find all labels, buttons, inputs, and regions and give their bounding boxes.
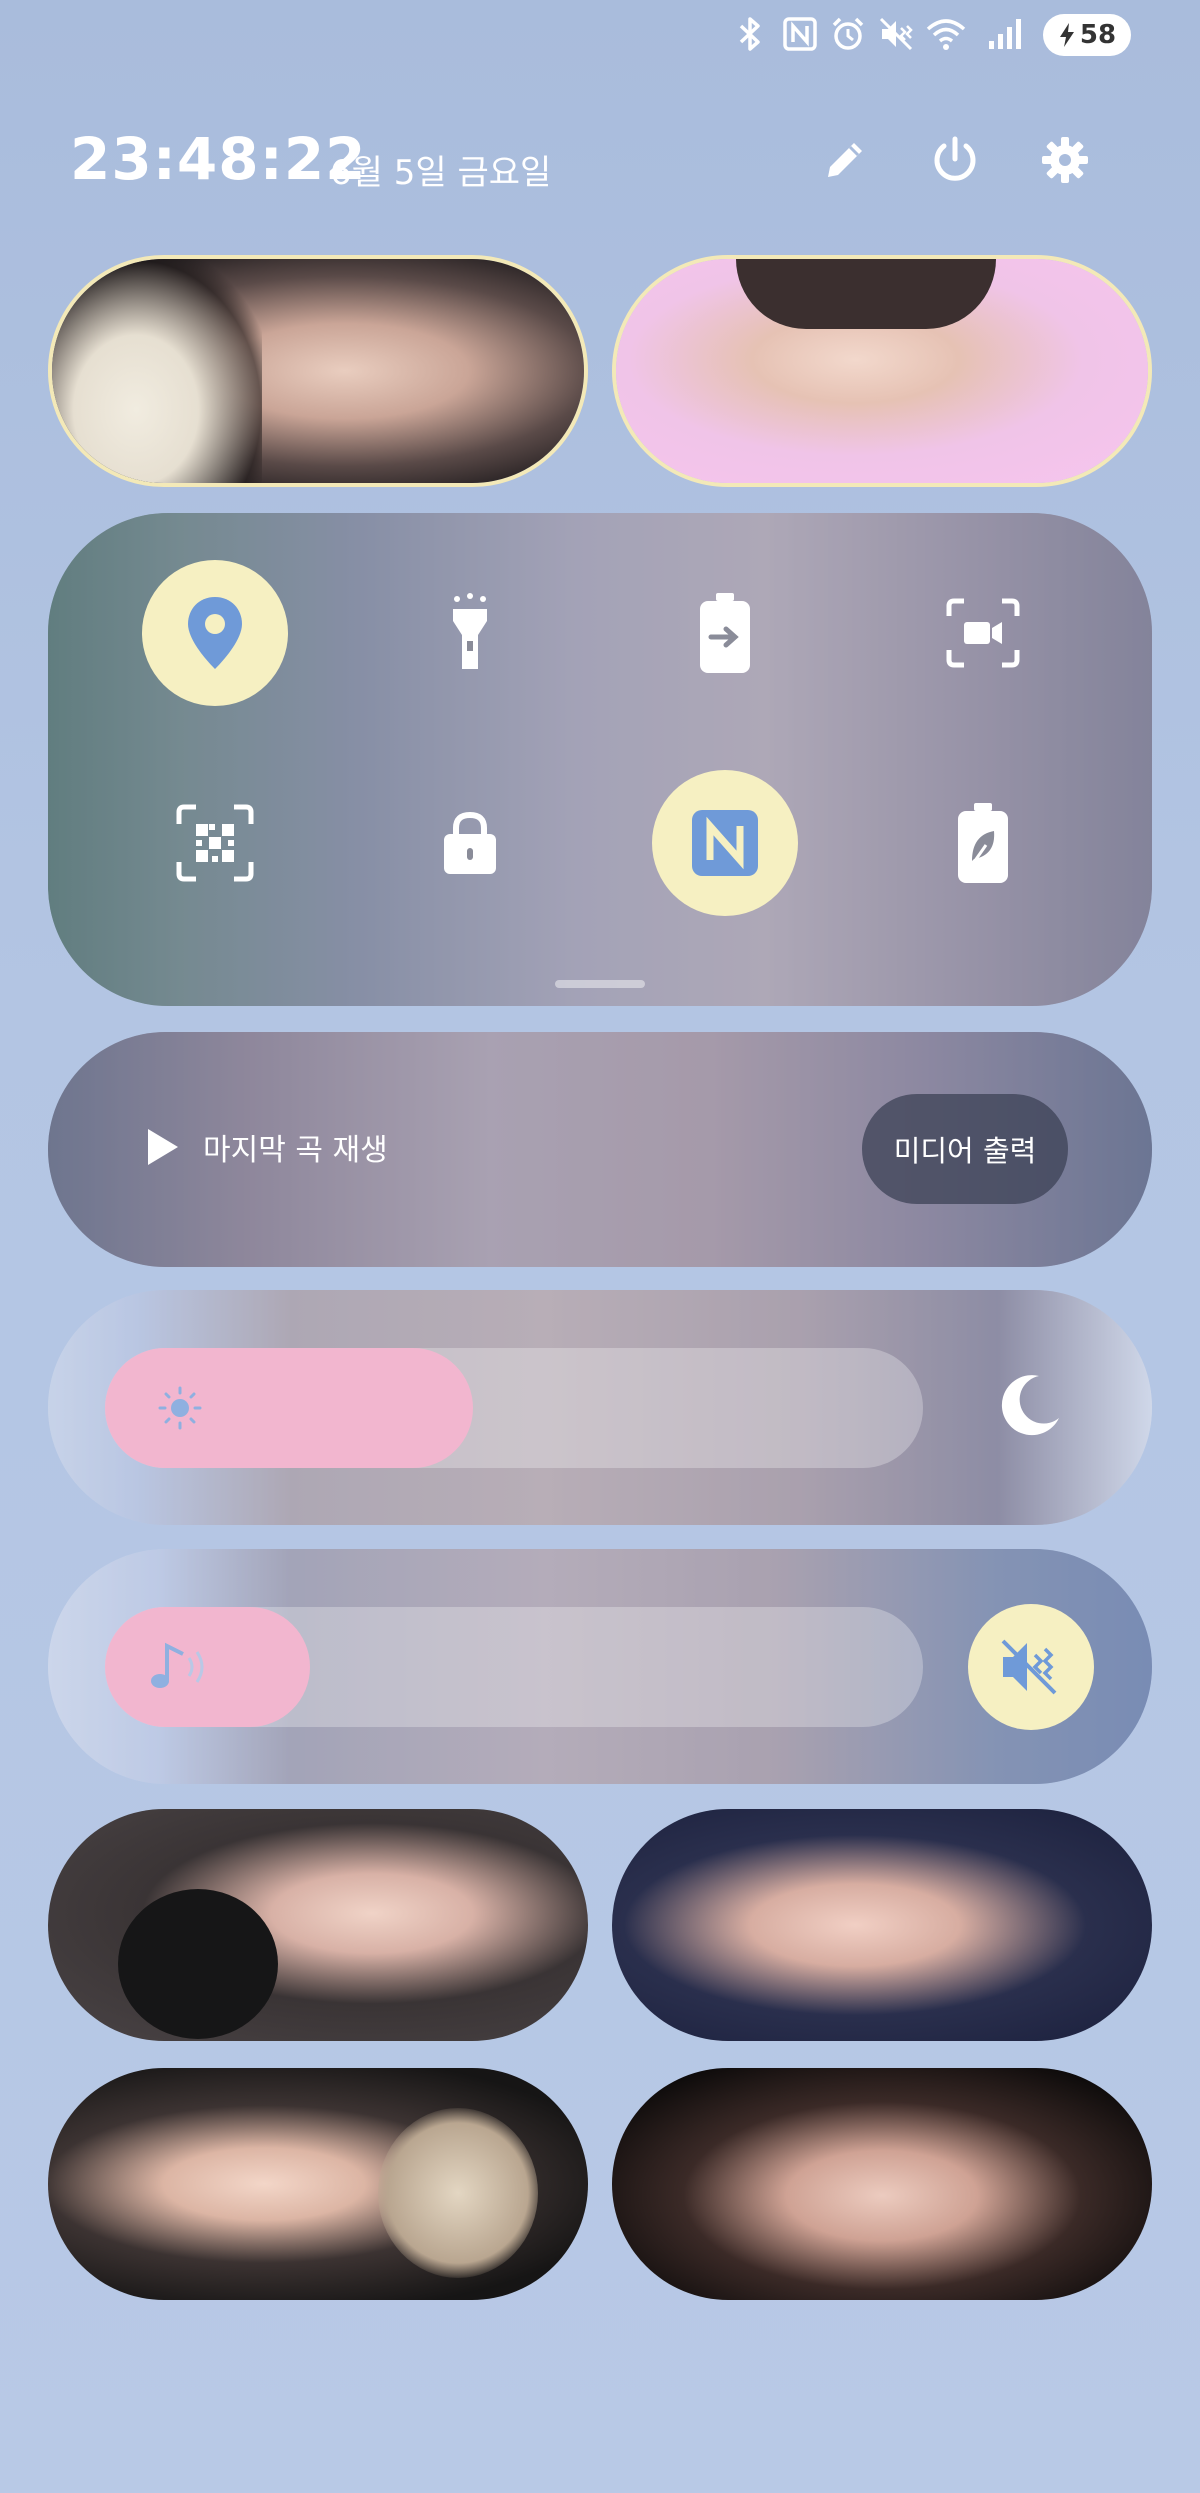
- wifi-icon: [926, 14, 966, 54]
- screen-record-icon: [946, 598, 1020, 668]
- brightness-fill[interactable]: [105, 1348, 473, 1468]
- settings-icon: [1042, 137, 1088, 183]
- panel-drag-handle[interactable]: [555, 980, 645, 988]
- edit-icon: [828, 143, 862, 177]
- status-bar: 58: [0, 0, 1200, 70]
- edit-button[interactable]: [815, 130, 875, 190]
- mute-icon: [876, 14, 916, 54]
- power-icon: [934, 136, 976, 181]
- photo-widget-1[interactable]: [48, 255, 588, 487]
- moon-icon: [1001, 1375, 1059, 1436]
- toggle-location[interactable]: [142, 560, 288, 706]
- sun-icon: [158, 1386, 202, 1430]
- photo-widget-4[interactable]: [612, 1809, 1152, 2041]
- toggle-flashlight[interactable]: [397, 560, 543, 706]
- photo-widget-5[interactable]: [48, 2068, 588, 2300]
- background-object: [378, 2108, 538, 2278]
- play-label: 마지막 곡 재생: [203, 1133, 388, 1168]
- toggle-battery-share[interactable]: [652, 560, 798, 706]
- toggle-lock[interactable]: [397, 770, 543, 916]
- power-button[interactable]: [925, 130, 985, 190]
- hair: [736, 259, 996, 329]
- charging-bolt-icon: [1059, 23, 1074, 47]
- clock: 23:48:22: [70, 125, 367, 193]
- gloved-hand: [118, 1889, 278, 2039]
- media-output-button[interactable]: 미디어 출력: [862, 1094, 1068, 1204]
- toggle-qr-scan[interactable]: [142, 770, 288, 916]
- signal-icon: [985, 14, 1025, 54]
- flashlight-icon: [453, 593, 487, 669]
- photo-widget-3[interactable]: [48, 1809, 588, 2041]
- portrait-image: [612, 2068, 1152, 2300]
- bluetooth-icon: [730, 14, 770, 54]
- nfc-icon: [780, 14, 820, 54]
- battery-saver-icon: [958, 803, 1008, 883]
- photo-widget-2[interactable]: [612, 255, 1152, 487]
- date: 6월 5일 금요일: [330, 153, 552, 193]
- portrait-image: [612, 1809, 1152, 2041]
- dark-mode-button[interactable]: [995, 1370, 1065, 1440]
- toggle-screen-record[interactable]: [910, 560, 1056, 706]
- toggle-nfc[interactable]: [652, 770, 798, 916]
- location-pin-icon: [188, 597, 242, 669]
- play-icon: [148, 1129, 178, 1165]
- photo-widget-6[interactable]: [612, 2068, 1152, 2300]
- battery-level: 58: [1079, 20, 1117, 50]
- volume-fill[interactable]: [105, 1607, 310, 1727]
- nfc-icon: [692, 810, 758, 876]
- play-control[interactable]: 마지막 곡 재생: [145, 1125, 388, 1169]
- music-note-icon: [151, 1642, 204, 1688]
- toggle-battery-saver[interactable]: [910, 770, 1056, 916]
- battery-share-icon: [700, 593, 750, 673]
- sweater-sleeve: [52, 259, 262, 483]
- mute-toggle[interactable]: [968, 1604, 1094, 1730]
- qr-scan-icon: [176, 804, 254, 882]
- lock-icon: [444, 811, 496, 874]
- settings-button[interactable]: [1035, 130, 1095, 190]
- mute-icon: [1001, 1639, 1057, 1695]
- alarm-icon: [828, 14, 868, 54]
- battery-indicator: 58: [1043, 14, 1131, 56]
